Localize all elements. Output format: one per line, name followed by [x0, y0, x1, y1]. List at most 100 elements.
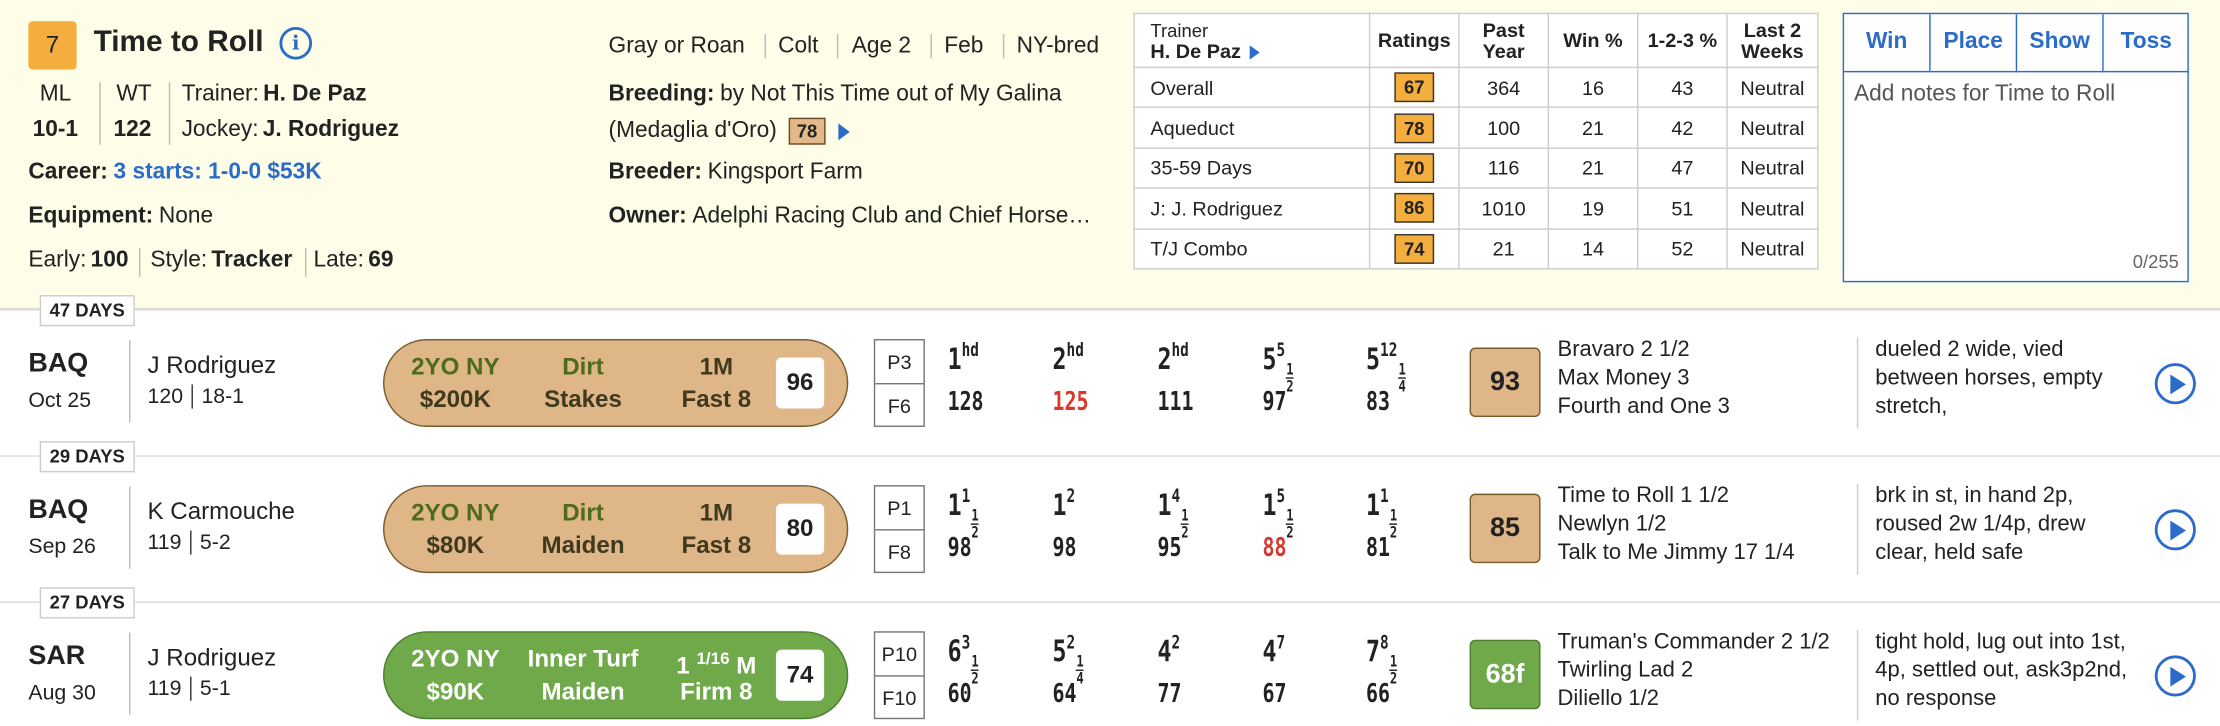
- rating-badge: 70: [1394, 153, 1435, 183]
- race-date: Sep 26: [28, 534, 96, 559]
- jockey-name[interactable]: J. Rodriguez: [263, 118, 399, 142]
- race-class: 2YO NY: [411, 353, 500, 381]
- horse-name[interactable]: Time to Roll: [94, 26, 264, 60]
- play-replay-icon[interactable]: [2154, 655, 2196, 697]
- notes-textarea[interactable]: Add notes for Time to Roll: [1854, 82, 2115, 108]
- race-surface: Inner Turf: [527, 645, 639, 673]
- call-position: 14 1 2: [1157, 486, 1189, 542]
- row-label: Aqueduct: [1133, 106, 1371, 149]
- comment-line: roused 2w 1/4p, drew: [1875, 512, 2086, 537]
- last2-value: Neutral: [1726, 106, 1819, 149]
- race-jockey[interactable]: K Carmouche: [148, 498, 295, 526]
- pace-figure: 95: [1157, 533, 1182, 564]
- race-odds: 5-2: [189, 530, 231, 555]
- col-last-2-weeks: Last 2 Weeks: [1726, 12, 1819, 69]
- race-purse: $80K: [426, 531, 485, 559]
- finisher-3[interactable]: Fourth and One 3: [1558, 393, 1730, 421]
- race-class-pill[interactable]: 2YO NY $80K Dirt Maiden 1M Fast 8 80: [383, 485, 849, 574]
- tag-foaled: Feb: [930, 34, 984, 59]
- win-pct-value: 21: [1547, 106, 1639, 149]
- call-lengths: hd: [1171, 340, 1189, 362]
- call-position: 11 1 2: [947, 486, 979, 542]
- past-performance-panel: 7 Time to Roll i ML 10-1 WT 122 Trainer:…: [0, 0, 2220, 726]
- itm-pct-value: 43: [1636, 66, 1728, 109]
- speed-figure: 80: [775, 503, 825, 555]
- finisher-2[interactable]: Newlyn 1/2: [1558, 511, 1795, 539]
- breeding-damsire: (Medaglia d'Oro): [608, 118, 777, 143]
- weight: 122: [113, 117, 152, 142]
- call-lengths: 5: [1276, 340, 1286, 362]
- trainer-stats-table: Trainer H. De Paz Ratings Past Year Win %…: [1133, 12, 1819, 270]
- trainer-expand-icon[interactable]: [1249, 45, 1260, 60]
- show-button[interactable]: Show: [2017, 14, 2104, 73]
- track-condition: Fast 8: [681, 385, 752, 413]
- horse-header: 7 Time to Roll i ML 10-1 WT 122 Trainer:…: [0, 0, 2220, 310]
- call-position: 63 1 2: [947, 632, 979, 688]
- place-button[interactable]: Place: [1930, 14, 2018, 73]
- owner-value: Adelphi Racing Club and Chief Horse…: [692, 204, 1092, 229]
- past-year-value: 1010: [1458, 187, 1550, 230]
- finisher-2[interactable]: Twirling Lad 2: [1558, 657, 1830, 685]
- pace-figure: 98: [947, 533, 972, 564]
- call-position: 12: [1052, 486, 1076, 523]
- post-position: P1: [875, 487, 924, 530]
- finisher-1[interactable]: Bravaro 2 1/2: [1558, 336, 1730, 364]
- field-size: F10: [882, 686, 917, 709]
- race-jockey[interactable]: J Rodriguez: [148, 644, 277, 672]
- past-year-value: 364: [1458, 66, 1550, 109]
- past-year-value: 116: [1458, 147, 1550, 189]
- table-row: Overall 67 364 16 43 Neutral: [1133, 66, 1819, 109]
- itm-pct-value: 51: [1636, 187, 1728, 230]
- call-lengths: 2: [1171, 632, 1181, 654]
- win-pct-value: 21: [1547, 147, 1639, 189]
- trip-comment: dueled 2 wide, vied between horses, empt…: [1875, 336, 2102, 421]
- call-lengths: hd: [1066, 340, 1084, 362]
- top-finishers: Time to Roll 1 1/2 Newlyn 1/2 Talk to Me…: [1558, 482, 1795, 567]
- pace-figure: 128: [947, 387, 984, 418]
- trainer-header-label: Trainer: [1150, 19, 1209, 41]
- jockey-label: Jockey:: [181, 117, 259, 142]
- race-date: Aug 30: [28, 680, 96, 706]
- finisher-2[interactable]: Max Money 3: [1558, 365, 1730, 393]
- play-replay-icon[interactable]: [2154, 363, 2196, 405]
- top-finishers: Bravaro 2 1/2 Max Money 3 Fourth and One…: [1558, 336, 1730, 421]
- race-class-pill[interactable]: 2YO NY $90K Inner Turf Maiden 1 1/16 M F…: [383, 631, 849, 720]
- play-replay-icon[interactable]: [2154, 509, 2196, 551]
- win-pct-value: 16: [1547, 66, 1639, 109]
- past-year-value: 21: [1458, 227, 1550, 270]
- lengths-fraction: 12: [1286, 360, 1294, 396]
- post-position: P10: [875, 633, 924, 676]
- rating-badge: 78: [1394, 112, 1435, 143]
- track-code[interactable]: BAQ: [28, 495, 88, 526]
- track-code[interactable]: SAR: [28, 641, 85, 672]
- call-position: 15 1 2: [1262, 486, 1294, 542]
- toss-button[interactable]: Toss: [2103, 14, 2189, 73]
- race-purse: $90K: [426, 678, 485, 706]
- bet-notes-panel: Win Place Show Toss Add notes for Time t…: [1842, 12, 2189, 283]
- track-code[interactable]: BAQ: [28, 349, 88, 380]
- race-jockey[interactable]: J Rodriguez: [148, 352, 277, 380]
- call-lengths: 5: [1276, 486, 1286, 508]
- trainer-header-name[interactable]: H. De Paz: [1150, 39, 1241, 62]
- career-link[interactable]: 3 starts: 1-0-0 $53K: [114, 160, 322, 184]
- finisher-3[interactable]: Diliello 1/2: [1558, 685, 1830, 713]
- beyer-figure-badge: 68f: [1469, 639, 1541, 710]
- comment-line: between horses, empty: [1875, 365, 2103, 391]
- expand-arrow-icon[interactable]: [838, 122, 850, 140]
- comment-line: no response: [1875, 686, 1997, 711]
- comment-line: brk in st, in hand 2p,: [1875, 483, 2074, 508]
- trainer-name[interactable]: H. De Paz: [263, 82, 366, 106]
- days-since-badge: 27 DAYS: [39, 587, 135, 619]
- pace-figure: 88: [1262, 533, 1287, 564]
- info-icon[interactable]: i: [279, 26, 313, 60]
- race-class-pill[interactable]: 2YO NY $200K Dirt Stakes 1M Fast 8 96: [383, 339, 849, 427]
- last2-value: Neutral: [1726, 187, 1819, 230]
- days-since-badge: 47 DAYS: [39, 295, 135, 327]
- speed-figure: 74: [775, 649, 825, 701]
- pace-figure: 60: [947, 679, 972, 710]
- race-odds: 5-1: [189, 676, 231, 701]
- finisher-3[interactable]: Talk to Me Jimmy 17 1/4: [1558, 539, 1795, 567]
- finisher-1[interactable]: Time to Roll 1 1/2: [1558, 482, 1795, 510]
- finisher-1[interactable]: Truman's Commander 2 1/2: [1558, 628, 1830, 656]
- win-button[interactable]: Win: [1844, 14, 1931, 73]
